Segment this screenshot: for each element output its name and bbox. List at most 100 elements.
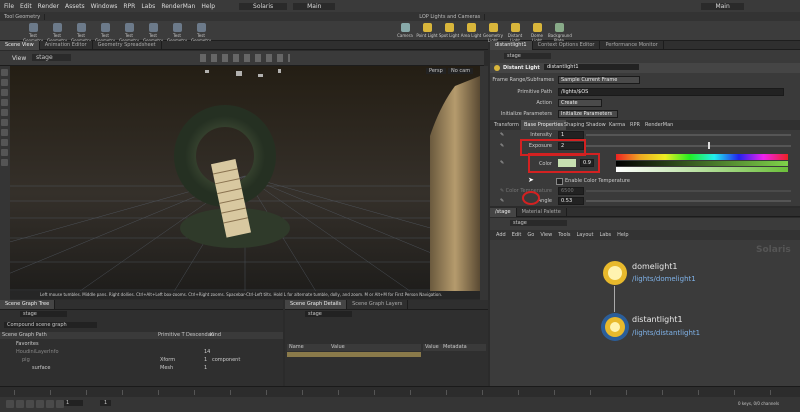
network-editor[interactable]: stage Solaris domelight1 /lights/domelig… xyxy=(490,218,800,386)
tab-transform[interactable]: Transform xyxy=(494,122,519,128)
menu-edit[interactable]: Edit xyxy=(20,3,32,10)
angle-slider[interactable] xyxy=(586,200,791,202)
select-tool-icon[interactable] xyxy=(1,69,8,76)
table-row[interactable]: surface Mesh 1 xyxy=(2,365,280,372)
tab-value[interactable]: Value xyxy=(425,344,439,350)
main-selector[interactable]: Main xyxy=(293,2,336,10)
color-sat-bar[interactable] xyxy=(616,167,788,172)
tab-stage[interactable]: /stage xyxy=(490,207,517,217)
menu-renderman[interactable]: RenderMan xyxy=(161,3,195,10)
menu-render[interactable]: Render xyxy=(38,3,59,10)
tab-performance-monitor[interactable]: Performance Monitor xyxy=(600,40,664,50)
tab-scene-graph-details[interactable]: Scene Graph Details xyxy=(285,300,348,309)
play-reverse-icon[interactable] xyxy=(26,400,34,408)
stop-icon[interactable] xyxy=(36,400,44,408)
timeline[interactable] xyxy=(0,386,800,397)
spot-light-tool[interactable]: Spot Light xyxy=(438,23,460,38)
tab-base-properties[interactable]: Base Properties xyxy=(521,120,567,130)
move-tool-icon[interactable] xyxy=(1,79,8,86)
tab-metadata[interactable]: Metadata xyxy=(443,344,467,350)
exposure-slider-handle[interactable] xyxy=(708,142,710,149)
net-menu-go[interactable]: Go xyxy=(527,232,534,238)
tab-karma[interactable]: Karma xyxy=(609,122,625,128)
angle-field[interactable]: 0.53 xyxy=(558,197,584,205)
column-header[interactable]: Scene Graph Path xyxy=(2,332,47,338)
snap-tool-icon[interactable] xyxy=(1,139,8,146)
tab-animation-editor[interactable]: Animation Editor xyxy=(40,40,93,50)
tab-rpr[interactable]: RPR xyxy=(630,122,640,128)
start-frame-field[interactable]: 1 xyxy=(100,400,112,406)
menu-windows[interactable]: Windows xyxy=(91,3,118,10)
menu-rpr[interactable]: RPR xyxy=(123,3,135,10)
table-row[interactable]: HoudiniLayerInfo 14 xyxy=(2,349,280,356)
desktop-selector[interactable]: Solaris xyxy=(239,2,288,10)
column-header[interactable]: Primitive T xyxy=(158,332,185,338)
handle-tool-icon[interactable] xyxy=(1,109,8,116)
sg-collection-field[interactable]: Compound scene graph xyxy=(4,322,97,328)
tab-geometry-spreadsheet[interactable]: Geometry Spreadsheet xyxy=(93,40,162,50)
tab-renderman[interactable]: RenderMan xyxy=(645,122,673,128)
net-menu-edit[interactable]: Edit xyxy=(512,232,522,238)
viewport[interactable]: Persp No cam xyxy=(10,66,480,298)
color-hue-bar[interactable] xyxy=(616,154,788,160)
tab-scene-view[interactable]: Scene View xyxy=(0,40,40,50)
node-domelight1[interactable]: domelight1 /lights/domelight1 xyxy=(602,260,696,288)
prim-path-field[interactable]: /lights/$OS xyxy=(558,88,784,96)
net-menu-view[interactable]: View xyxy=(540,232,552,238)
intensity-field[interactable]: 1 xyxy=(558,131,584,139)
menu-help[interactable]: Help xyxy=(201,3,215,10)
net-menu-add[interactable]: Add xyxy=(496,232,506,238)
camera-menu[interactable]: No cam xyxy=(448,68,474,74)
persp-menu[interactable]: Persp xyxy=(426,68,446,74)
stage-path-field[interactable]: stage xyxy=(504,53,551,59)
node-name-field[interactable]: distantlight1 xyxy=(544,64,639,70)
play-icon[interactable] xyxy=(46,400,54,408)
stage-path-field[interactable]: stage xyxy=(32,54,71,61)
tab-scene-graph-layers[interactable]: Scene Graph Layers xyxy=(347,300,409,309)
viewport-tool-icons[interactable] xyxy=(200,54,290,62)
menu-file[interactable]: File xyxy=(4,3,14,10)
rotate-tool-icon[interactable] xyxy=(1,89,8,96)
view-tool-icon[interactable] xyxy=(1,129,8,136)
details-path-field[interactable]: stage xyxy=(305,311,352,317)
net-path-field[interactable]: stage xyxy=(510,220,567,226)
frame-range-dropdown[interactable]: Sample Current Frame xyxy=(558,76,640,84)
area-light-tool[interactable]: Area Light xyxy=(460,23,482,38)
jump-start-icon[interactable] xyxy=(6,400,14,408)
color-value-bar[interactable] xyxy=(616,161,788,166)
net-menu-tools[interactable]: Tools xyxy=(558,232,570,238)
net-menu-layout[interactable]: Layout xyxy=(577,232,594,238)
tab-parameters[interactable]: distantlight1 xyxy=(490,40,533,50)
jump-end-icon[interactable] xyxy=(56,400,64,408)
table-row[interactable]: Favorites xyxy=(2,341,39,348)
exposure-slider[interactable] xyxy=(586,145,791,147)
camera-tool-icon[interactable] xyxy=(1,159,8,166)
net-menu-labs[interactable]: Labs xyxy=(600,232,612,238)
tab-context-options[interactable]: Context Options Editor xyxy=(533,40,601,50)
net-menu-help[interactable]: Help xyxy=(617,232,628,238)
right-desktop-selector[interactable]: Main xyxy=(701,2,744,10)
table-row[interactable]: pig Xform 1 component xyxy=(2,357,280,364)
color-temp-slider[interactable] xyxy=(586,190,791,192)
tab-material-palette[interactable]: Material Palette xyxy=(517,207,567,217)
step-back-icon[interactable] xyxy=(16,400,24,408)
menu-assets[interactable]: Assets xyxy=(65,3,85,10)
light-tool-icon[interactable] xyxy=(1,149,8,156)
menu-labs[interactable]: Labs xyxy=(141,3,155,10)
tab-scene-graph-tree[interactable]: Scene Graph Tree xyxy=(0,300,56,309)
shelf-tab-lights[interactable]: LOP Lights and Cameras xyxy=(415,13,486,20)
action-dropdown[interactable]: Create xyxy=(558,99,602,107)
column-header[interactable]: Value xyxy=(331,344,345,350)
column-header[interactable]: Kind xyxy=(210,332,221,338)
intensity-slider[interactable] xyxy=(586,134,791,136)
scale-tool-icon[interactable] xyxy=(1,99,8,106)
tab-shaping[interactable]: Shaping xyxy=(564,122,584,128)
pose-tool-icon[interactable] xyxy=(1,119,8,126)
init-dropdown[interactable]: Initialize Parameters xyxy=(558,110,618,118)
sg-path-field[interactable]: stage xyxy=(20,311,67,317)
node-distantlight1[interactable]: distantlight1 /lights/distantlight1 xyxy=(600,312,700,344)
camera-tool[interactable]: Camera xyxy=(394,23,416,38)
tab-shadow[interactable]: Shadow xyxy=(586,122,606,128)
shelf-tab-tool-geometry[interactable]: Tool Geometry xyxy=(0,13,46,20)
color-temp-field[interactable]: 6500 xyxy=(558,187,584,195)
